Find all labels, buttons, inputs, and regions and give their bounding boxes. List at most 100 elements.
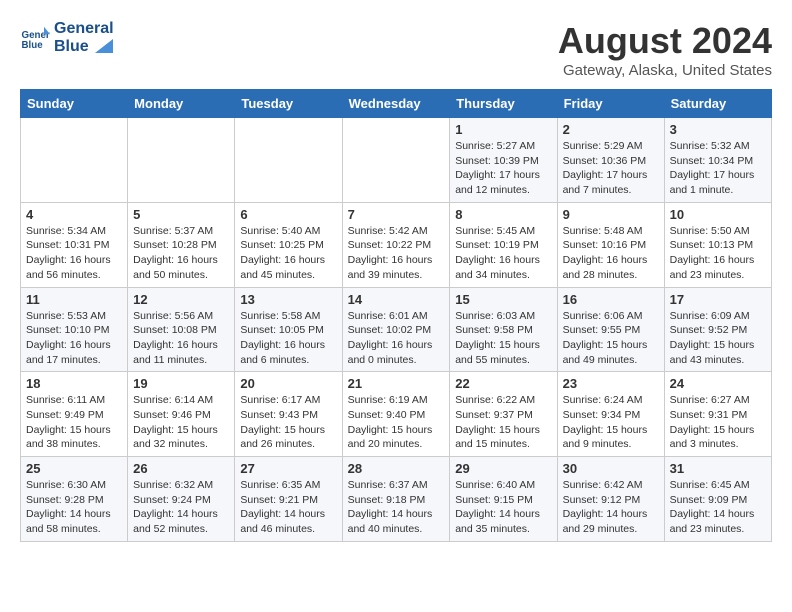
calendar-cell: 6 Sunrise: 5:40 AM Sunset: 10:25 PM Dayli… — [235, 202, 342, 287]
calendar-cell: 1 Sunrise: 5:27 AM Sunset: 10:39 PM Dayli… — [450, 118, 557, 203]
day-info: Sunrise: 6:14 AM Sunset: 9:46 PM Dayligh… — [133, 393, 229, 452]
calendar-cell — [21, 118, 128, 203]
day-number: 2 — [563, 122, 659, 137]
svg-text:Blue: Blue — [22, 39, 44, 50]
day-number: 4 — [26, 207, 122, 222]
day-number: 3 — [670, 122, 766, 137]
day-info: Sunrise: 5:32 AM Sunset: 10:34 PM Daylig… — [670, 139, 766, 198]
logo-blue: Blue — [54, 38, 114, 56]
day-number: 29 — [455, 461, 551, 476]
day-number: 5 — [133, 207, 229, 222]
calendar-cell: 16 Sunrise: 6:06 AM Sunset: 9:55 PM Dayli… — [557, 287, 664, 372]
day-number: 22 — [455, 376, 551, 391]
day-info: Sunrise: 5:58 AM Sunset: 10:05 PM Daylig… — [240, 309, 336, 368]
day-info: Sunrise: 6:09 AM Sunset: 9:52 PM Dayligh… — [670, 309, 766, 368]
day-number: 13 — [240, 292, 336, 307]
day-info: Sunrise: 6:01 AM Sunset: 10:02 PM Daylig… — [348, 309, 445, 368]
logo-general: General — [54, 20, 114, 38]
calendar-cell: 27Sunrise: 6:35 AM Sunset: 9:21 PM Dayli… — [235, 457, 342, 542]
day-info: Sunrise: 6:30 AM Sunset: 9:28 PM Dayligh… — [26, 478, 122, 537]
day-info: Sunrise: 6:06 AM Sunset: 9:55 PM Dayligh… — [563, 309, 659, 368]
calendar-cell: 20 Sunrise: 6:17 AM Sunset: 9:43 PM Dayli… — [235, 372, 342, 457]
col-thursday: Thursday — [450, 90, 557, 118]
calendar-cell: 25 Sunrise: 6:30 AM Sunset: 9:28 PM Dayli… — [21, 457, 128, 542]
calendar-cell: 22 Sunrise: 6:22 AM Sunset: 9:37 PM Dayli… — [450, 372, 557, 457]
calendar-cell: 13 Sunrise: 5:58 AM Sunset: 10:05 PM Dayl… — [235, 287, 342, 372]
calendar-cell: 26Sunrise: 6:32 AM Sunset: 9:24 PM Dayli… — [128, 457, 235, 542]
day-info: Sunrise: 5:48 AM Sunset: 10:16 PM Daylig… — [563, 224, 659, 283]
day-info: Sunrise: 6:17 AM Sunset: 9:43 PM Dayligh… — [240, 393, 336, 452]
day-number: 17 — [670, 292, 766, 307]
calendar-cell: 29Sunrise: 6:40 AM Sunset: 9:15 PM Dayli… — [450, 457, 557, 542]
calendar-week-3: 11Sunrise: 5:53 AM Sunset: 10:10 PM Dayl… — [21, 287, 772, 372]
day-info: Sunrise: 5:27 AM Sunset: 10:39 PM Daylig… — [455, 139, 551, 198]
day-info: Sunrise: 5:45 AM Sunset: 10:19 PM Daylig… — [455, 224, 551, 283]
day-number: 31 — [670, 461, 766, 476]
day-number: 7 — [348, 207, 445, 222]
calendar-cell: 9 Sunrise: 5:48 AM Sunset: 10:16 PM Dayli… — [557, 202, 664, 287]
day-info: Sunrise: 5:40 AM Sunset: 10:25 PM Daylig… — [240, 224, 336, 283]
calendar-cell — [342, 118, 450, 203]
calendar-cell: 18 Sunrise: 6:11 AM Sunset: 9:49 PM Dayli… — [21, 372, 128, 457]
day-number: 28 — [348, 461, 445, 476]
col-sunday: Sunday — [21, 90, 128, 118]
calendar-cell — [128, 118, 235, 203]
calendar-cell: 8Sunrise: 5:45 AM Sunset: 10:19 PM Dayli… — [450, 202, 557, 287]
day-info: Sunrise: 5:42 AM Sunset: 10:22 PM Daylig… — [348, 224, 445, 283]
calendar-cell: 5Sunrise: 5:37 AM Sunset: 10:28 PM Dayli… — [128, 202, 235, 287]
col-saturday: Saturday — [664, 90, 771, 118]
calendar-cell: 23Sunrise: 6:24 AM Sunset: 9:34 PM Dayli… — [557, 372, 664, 457]
page-header: General Blue General Blue August 2024 Ga… — [20, 20, 772, 79]
day-info: Sunrise: 6:11 AM Sunset: 9:49 PM Dayligh… — [26, 393, 122, 452]
day-number: 21 — [348, 376, 445, 391]
day-number: 24 — [670, 376, 766, 391]
calendar-cell: 10 Sunrise: 5:50 AM Sunset: 10:13 PM Dayl… — [664, 202, 771, 287]
day-info: Sunrise: 6:42 AM Sunset: 9:12 PM Dayligh… — [563, 478, 659, 537]
day-number: 12 — [133, 292, 229, 307]
day-info: Sunrise: 5:29 AM Sunset: 10:36 PM Daylig… — [563, 139, 659, 198]
calendar-week-2: 4 Sunrise: 5:34 AM Sunset: 10:31 PM Dayli… — [21, 202, 772, 287]
calendar-cell: 24Sunrise: 6:27 AM Sunset: 9:31 PM Dayli… — [664, 372, 771, 457]
day-number: 25 — [26, 461, 122, 476]
logo-triangle-icon — [95, 39, 113, 53]
calendar-cell: 21 Sunrise: 6:19 AM Sunset: 9:40 PM Dayli… — [342, 372, 450, 457]
calendar-cell: 19 Sunrise: 6:14 AM Sunset: 9:46 PM Dayli… — [128, 372, 235, 457]
col-wednesday: Wednesday — [342, 90, 450, 118]
calendar-cell: 12 Sunrise: 5:56 AM Sunset: 10:08 PM Dayl… — [128, 287, 235, 372]
day-number: 18 — [26, 376, 122, 391]
calendar-cell: 17 Sunrise: 6:09 AM Sunset: 9:52 PM Dayli… — [664, 287, 771, 372]
day-number: 30 — [563, 461, 659, 476]
day-info: Sunrise: 6:19 AM Sunset: 9:40 PM Dayligh… — [348, 393, 445, 452]
day-info: Sunrise: 5:56 AM Sunset: 10:08 PM Daylig… — [133, 309, 229, 368]
calendar-week-4: 18 Sunrise: 6:11 AM Sunset: 9:49 PM Dayli… — [21, 372, 772, 457]
day-number: 19 — [133, 376, 229, 391]
calendar-cell: 11Sunrise: 5:53 AM Sunset: 10:10 PM Dayl… — [21, 287, 128, 372]
day-number: 20 — [240, 376, 336, 391]
day-number: 26 — [133, 461, 229, 476]
day-number: 9 — [563, 207, 659, 222]
day-number: 6 — [240, 207, 336, 222]
day-number: 23 — [563, 376, 659, 391]
day-info: Sunrise: 6:22 AM Sunset: 9:37 PM Dayligh… — [455, 393, 551, 452]
day-info: Sunrise: 5:34 AM Sunset: 10:31 PM Daylig… — [26, 224, 122, 283]
day-info: Sunrise: 6:45 AM Sunset: 9:09 PM Dayligh… — [670, 478, 766, 537]
day-info: Sunrise: 5:50 AM Sunset: 10:13 PM Daylig… — [670, 224, 766, 283]
day-number: 16 — [563, 292, 659, 307]
day-number: 15 — [455, 292, 551, 307]
logo-icon: General Blue — [20, 23, 50, 53]
calendar-header-row: Sunday Monday Tuesday Wednesday Thursday… — [21, 90, 772, 118]
calendar-cell: 31 Sunrise: 6:45 AM Sunset: 9:09 PM Dayli… — [664, 457, 771, 542]
calendar-cell: 3 Sunrise: 5:32 AM Sunset: 10:34 PM Dayli… — [664, 118, 771, 203]
calendar-cell: 30 Sunrise: 6:42 AM Sunset: 9:12 PM Dayli… — [557, 457, 664, 542]
calendar-cell: 14Sunrise: 6:01 AM Sunset: 10:02 PM Dayl… — [342, 287, 450, 372]
calendar-cell — [235, 118, 342, 203]
calendar-cell: 4 Sunrise: 5:34 AM Sunset: 10:31 PM Dayli… — [21, 202, 128, 287]
title-block: August 2024 Gateway, Alaska, United Stat… — [558, 20, 772, 79]
calendar-week-5: 25 Sunrise: 6:30 AM Sunset: 9:28 PM Dayli… — [21, 457, 772, 542]
calendar-table: Sunday Monday Tuesday Wednesday Thursday… — [20, 89, 772, 542]
day-number: 11 — [26, 292, 122, 307]
logo: General Blue General Blue — [20, 20, 114, 55]
day-number: 1 — [455, 122, 551, 137]
day-number: 10 — [670, 207, 766, 222]
col-friday: Friday — [557, 90, 664, 118]
